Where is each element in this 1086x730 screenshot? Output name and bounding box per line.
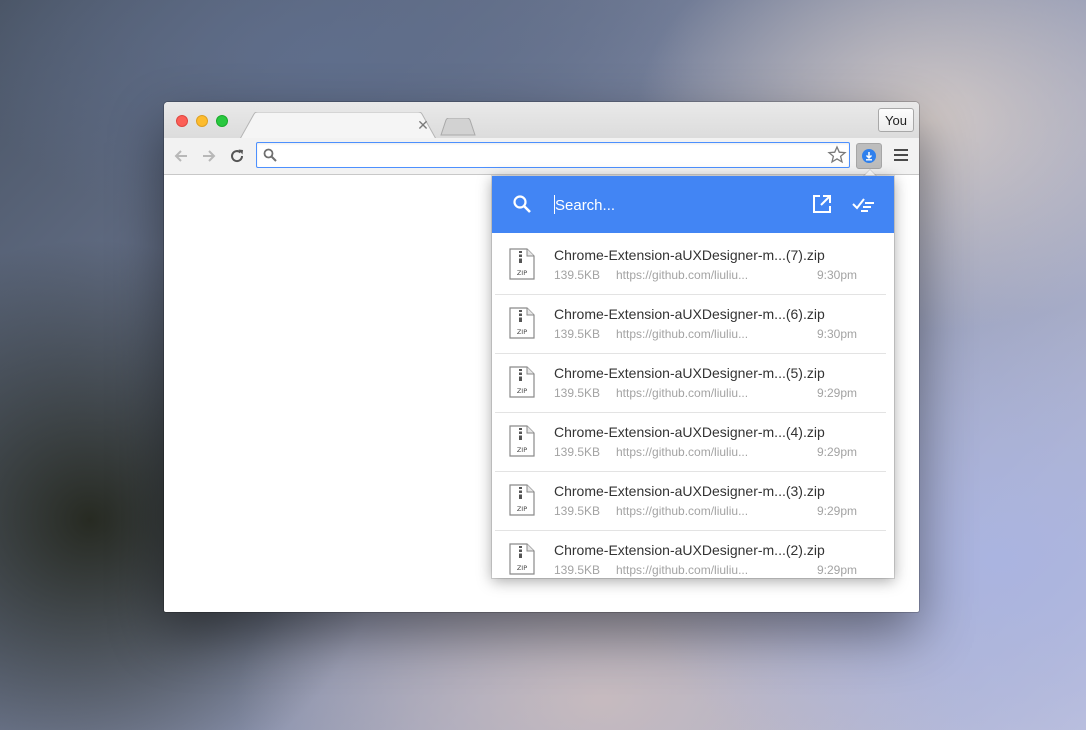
download-item[interactable]: ZIP Chrome-Extension-aUXDesigner-m...(5)… bbox=[495, 354, 886, 413]
minimize-window-button[interactable] bbox=[196, 115, 208, 127]
file-size: 139.5KB bbox=[554, 268, 601, 282]
bookmark-star-icon[interactable] bbox=[827, 145, 847, 165]
file-name[interactable]: Chrome-Extension-aUXDesigner-m...(6).zip bbox=[554, 306, 825, 322]
file-source-url[interactable]: https://github.com/liuliu... bbox=[616, 327, 748, 341]
download-item[interactable]: ZIP Chrome-Extension-aUXDesigner-m...(2)… bbox=[495, 531, 886, 578]
profile-button[interactable]: You bbox=[878, 108, 914, 132]
download-time: 9:29pm bbox=[817, 445, 858, 459]
file-name[interactable]: Chrome-Extension-aUXDesigner-m...(3).zip bbox=[554, 483, 825, 499]
text-cursor bbox=[554, 195, 555, 214]
zip-file-icon: ZIP bbox=[509, 543, 535, 575]
downloads-list: ZIP Chrome-Extension-aUXDesigner-m...(7)… bbox=[495, 236, 886, 578]
tab-close-icon[interactable]: ✕ bbox=[416, 118, 430, 132]
file-size: 139.5KB bbox=[554, 445, 601, 459]
downloads-extension-button[interactable] bbox=[856, 143, 882, 169]
tab-active[interactable] bbox=[240, 112, 436, 139]
zip-file-icon: ZIP bbox=[509, 307, 535, 339]
file-size: 139.5KB bbox=[554, 386, 601, 400]
svg-text:ZIP: ZIP bbox=[517, 387, 527, 395]
zoom-window-button[interactable] bbox=[216, 115, 228, 127]
svg-text:ZIP: ZIP bbox=[517, 446, 527, 454]
download-time: 9:30pm bbox=[817, 327, 858, 341]
file-name[interactable]: Chrome-Extension-aUXDesigner-m...(7).zip bbox=[554, 247, 825, 263]
svg-text:ZIP: ZIP bbox=[517, 328, 527, 336]
clear-all-icon[interactable] bbox=[852, 194, 878, 214]
download-item[interactable]: ZIP Chrome-Extension-aUXDesigner-m...(4)… bbox=[495, 413, 886, 472]
file-name[interactable]: Chrome-Extension-aUXDesigner-m...(5).zip bbox=[554, 365, 825, 381]
title-bar: ✕ You bbox=[164, 102, 919, 139]
search-icon bbox=[263, 148, 277, 162]
zip-file-icon: ZIP bbox=[509, 484, 535, 516]
new-tab-button[interactable] bbox=[440, 118, 476, 136]
file-source-url[interactable]: https://github.com/liuliu... bbox=[616, 445, 748, 459]
downloads-popup: ZIP Chrome-Extension-aUXDesigner-m...(7)… bbox=[492, 176, 894, 578]
download-item[interactable]: ZIP Chrome-Extension-aUXDesigner-m...(6)… bbox=[495, 295, 886, 354]
download-time: 9:29pm bbox=[817, 386, 858, 400]
back-arrow-icon[interactable] bbox=[172, 147, 190, 165]
file-size: 139.5KB bbox=[554, 563, 601, 577]
svg-text:ZIP: ZIP bbox=[517, 505, 527, 513]
zip-file-icon: ZIP bbox=[509, 366, 535, 398]
popup-header bbox=[492, 176, 894, 233]
file-name[interactable]: Chrome-Extension-aUXDesigner-m...(2).zip bbox=[554, 542, 825, 558]
browser-toolbar bbox=[164, 138, 919, 175]
forward-arrow-icon[interactable] bbox=[200, 147, 218, 165]
svg-text:ZIP: ZIP bbox=[517, 564, 527, 572]
open-external-icon[interactable] bbox=[812, 194, 832, 214]
address-input[interactable] bbox=[283, 146, 817, 166]
file-source-url[interactable]: https://github.com/liuliu... bbox=[616, 563, 748, 577]
svg-text:ZIP: ZIP bbox=[517, 269, 527, 277]
file-size: 139.5KB bbox=[554, 327, 601, 341]
hamburger-menu-icon[interactable] bbox=[894, 149, 908, 163]
download-time: 9:30pm bbox=[817, 268, 858, 282]
reload-icon[interactable] bbox=[228, 147, 246, 165]
address-bar[interactable] bbox=[256, 142, 850, 168]
download-item[interactable]: ZIP Chrome-Extension-aUXDesigner-m...(3)… bbox=[495, 472, 886, 531]
search-icon bbox=[513, 195, 531, 213]
zip-file-icon: ZIP bbox=[509, 425, 535, 457]
downloads-search-input[interactable] bbox=[553, 193, 777, 217]
file-name[interactable]: Chrome-Extension-aUXDesigner-m...(4).zip bbox=[554, 424, 825, 440]
zip-file-icon: ZIP bbox=[509, 248, 535, 280]
file-source-url[interactable]: https://github.com/liuliu... bbox=[616, 268, 748, 282]
file-source-url[interactable]: https://github.com/liuliu... bbox=[616, 386, 748, 400]
download-time: 9:29pm bbox=[817, 504, 858, 518]
download-icon bbox=[862, 149, 876, 163]
file-source-url[interactable]: https://github.com/liuliu... bbox=[616, 504, 748, 518]
close-window-button[interactable] bbox=[176, 115, 188, 127]
file-size: 139.5KB bbox=[554, 504, 601, 518]
download-time: 9:29pm bbox=[817, 563, 858, 577]
download-item[interactable]: ZIP Chrome-Extension-aUXDesigner-m...(7)… bbox=[495, 236, 886, 295]
